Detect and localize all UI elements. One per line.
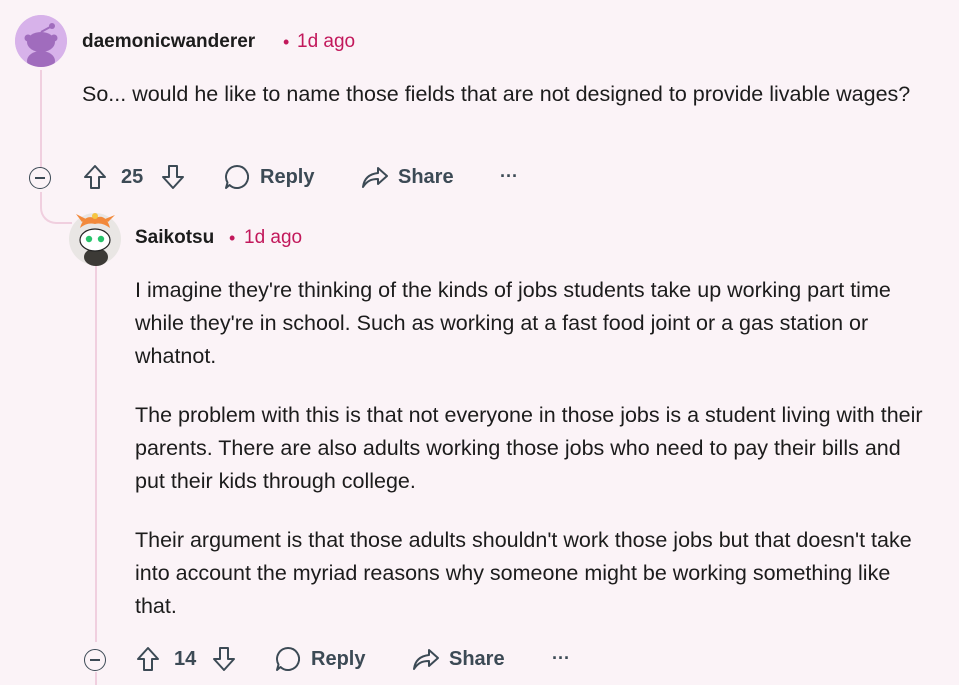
collapse-button[interactable] (84, 649, 106, 671)
snoo-avatar-icon[interactable] (15, 15, 67, 67)
share-button[interactable]: Share (412, 645, 505, 673)
comment-body: So... would he like to name those fields… (82, 78, 932, 111)
custom-snoo-avatar-icon[interactable] (68, 208, 122, 266)
comment-paragraph: I imagine they're thinking of the kinds … (135, 278, 891, 368)
comment-timestamp[interactable]: 1d ago (297, 31, 355, 53)
comment-paragraph: So... would he like to name those fields… (82, 82, 911, 106)
more-options-button[interactable]: ··· (552, 648, 570, 669)
downvote-button[interactable] (160, 163, 186, 191)
separator-dot: • (229, 228, 236, 248)
comment-username[interactable]: Saikotsu (135, 227, 214, 249)
comment-username[interactable]: daemonicwanderer (82, 31, 255, 53)
thread-line-1[interactable] (40, 70, 42, 170)
separator-dot: • (283, 32, 290, 52)
upvote-button[interactable] (82, 163, 108, 191)
downvote-icon (162, 165, 184, 189)
share-label: Share (398, 165, 454, 188)
share-arrow-icon (413, 649, 439, 670)
upvote-button[interactable] (135, 645, 161, 673)
reply-button[interactable]: Reply (223, 163, 314, 191)
comment-paragraph: The problem with this is that not everyo… (135, 403, 923, 493)
upvote-icon (137, 647, 159, 671)
share-arrow-icon (362, 167, 388, 188)
thread-line-2[interactable] (95, 262, 97, 642)
share-label: Share (449, 647, 505, 670)
comment-paragraph: Their argument is that those adults shou… (135, 528, 912, 618)
downvote-button[interactable] (211, 645, 237, 673)
vote-count: 14 (174, 648, 197, 670)
downvote-icon (213, 647, 235, 671)
upvote-icon (84, 165, 106, 189)
comment-timestamp[interactable]: 1d ago (244, 227, 302, 249)
reply-button[interactable]: Reply (274, 645, 365, 673)
thread-line-2-tail (95, 672, 97, 685)
reply-label: Reply (311, 647, 366, 670)
vote-count: 25 (121, 166, 144, 188)
comment-body: I imagine they're thinking of the kinds … (135, 274, 935, 623)
share-button[interactable]: Share (361, 163, 454, 191)
collapse-button[interactable] (29, 167, 51, 189)
comment-bubble-icon (276, 646, 300, 671)
more-options-button[interactable]: ··· (500, 166, 518, 187)
reply-label: Reply (260, 165, 315, 188)
comment-bubble-icon (225, 164, 249, 189)
